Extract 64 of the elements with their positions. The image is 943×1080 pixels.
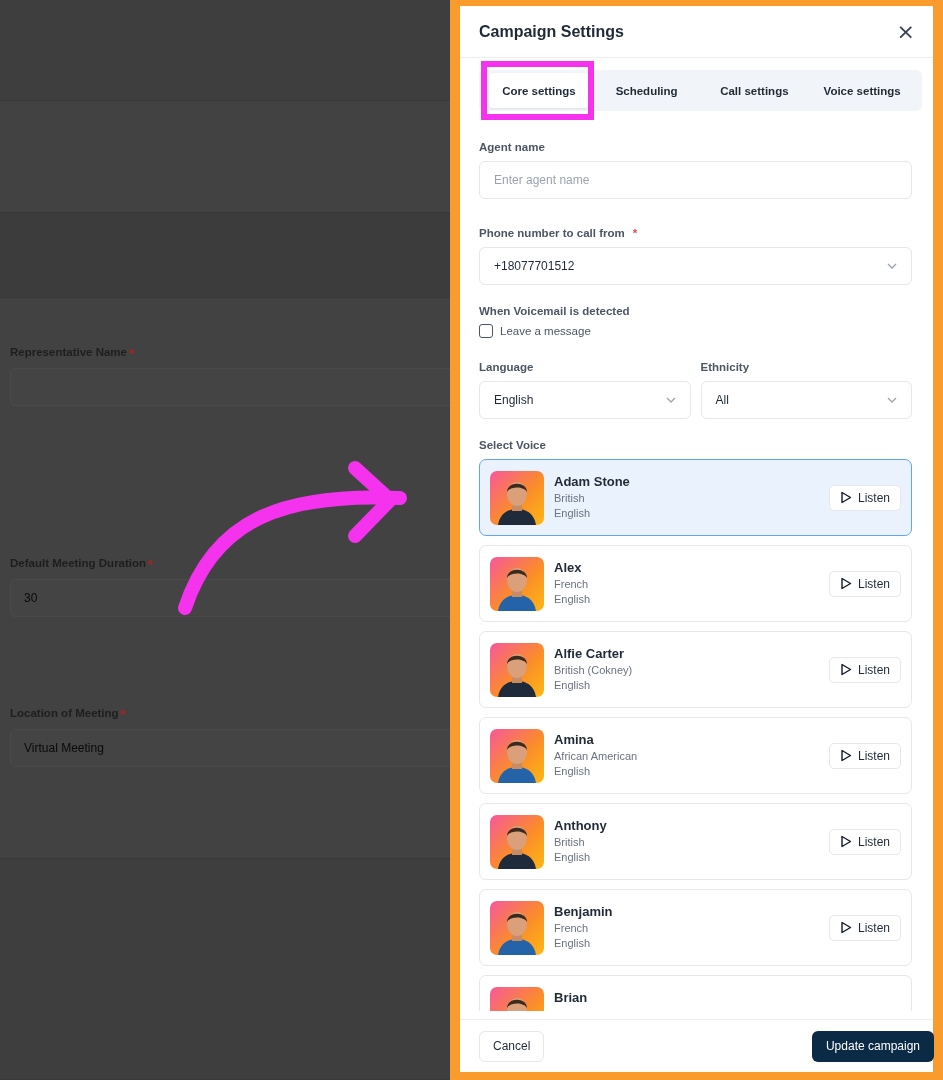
- listen-button[interactable]: Listen: [828, 484, 901, 511]
- voice-accent: French: [554, 578, 590, 590]
- dialog-title: Campaign Settings: [479, 22, 624, 41]
- voice-name: Adam Stone: [554, 474, 631, 489]
- voice-accent: British (Cokney): [554, 664, 634, 676]
- field-label: When Voicemail is detected: [479, 305, 630, 317]
- field-label: Language: [479, 361, 534, 373]
- cancel-button[interactable]: Cancel: [479, 1030, 545, 1062]
- voice-card[interactable]: Benjamin French English Listen: [479, 889, 912, 966]
- ethnicity-select[interactable]: All: [700, 381, 912, 419]
- required-mark: *: [129, 346, 135, 361]
- play-icon: [839, 921, 852, 934]
- voice-name: Alfie Carter: [554, 646, 626, 661]
- required-mark: *: [148, 557, 154, 572]
- tab[interactable]: Call settings: [704, 73, 805, 108]
- voice-language: English: [554, 679, 592, 691]
- voice-card[interactable]: Amina African American English Listen: [479, 717, 912, 794]
- voice-name: Anthony: [554, 818, 608, 833]
- tab[interactable]: Core settings: [489, 73, 589, 108]
- voice-name: Benjamin: [554, 904, 614, 919]
- play-icon: [839, 491, 852, 504]
- voice-accent: British: [554, 492, 586, 504]
- play-icon: [839, 663, 852, 676]
- voice-name: Amina: [554, 732, 595, 747]
- update-button[interactable]: Update campaign: [811, 1030, 934, 1062]
- tab[interactable]: Scheduling: [596, 73, 697, 108]
- listen-button[interactable]: Listen: [828, 914, 901, 941]
- voice-card[interactable]: Adam Stone British English Listen: [479, 459, 912, 536]
- input-field[interactable]: [10, 368, 450, 406]
- close-button[interactable]: ×: [896, 20, 915, 43]
- field-label: Agent name: [479, 141, 545, 153]
- language-select[interactable]: English: [479, 381, 691, 419]
- voice-language: English: [554, 851, 592, 863]
- voice-accent: French: [554, 922, 590, 934]
- field-label: Ethnicity: [700, 361, 750, 373]
- required-mark: *: [632, 227, 638, 239]
- voice-card[interactable]: Alex French English Listen: [479, 545, 912, 622]
- voice-accent: British: [554, 836, 586, 848]
- voice-name: Brian: [554, 990, 589, 1005]
- section-heading: Select Voice: [479, 439, 546, 451]
- tab[interactable]: Voice settings: [812, 73, 912, 108]
- listen-button[interactable]: Listen: [828, 828, 901, 855]
- play-icon: [839, 577, 852, 590]
- voice-language: English: [554, 765, 592, 777]
- voice-language: English: [554, 937, 592, 949]
- voice-accent: African American: [554, 750, 639, 762]
- checkbox-label: Leave a message: [500, 325, 591, 337]
- voice-name: Alex: [554, 560, 583, 575]
- voice-language: English: [554, 507, 592, 519]
- listen-button[interactable]: Listen: [828, 656, 901, 683]
- voice-card[interactable]: Alfie Carter British (Cokney) English Listen: [479, 631, 912, 708]
- play-icon: [839, 835, 852, 848]
- listen-button[interactable]: Listen: [828, 742, 901, 769]
- voice-language: English: [554, 593, 592, 605]
- field-label: Phone number to call from: [479, 227, 625, 239]
- chevron-down-icon: [665, 397, 676, 403]
- checkbox[interactable]: [479, 324, 493, 338]
- voice-card[interactable]: Anthony British English Listen: [479, 803, 912, 880]
- listen-button[interactable]: Listen: [828, 570, 901, 597]
- required-mark: *: [120, 707, 126, 722]
- chevron-down-icon: [887, 263, 897, 269]
- play-icon: [839, 749, 852, 762]
- chevron-down-icon: [887, 397, 897, 403]
- phone-select[interactable]: +18077701512: [479, 247, 912, 285]
